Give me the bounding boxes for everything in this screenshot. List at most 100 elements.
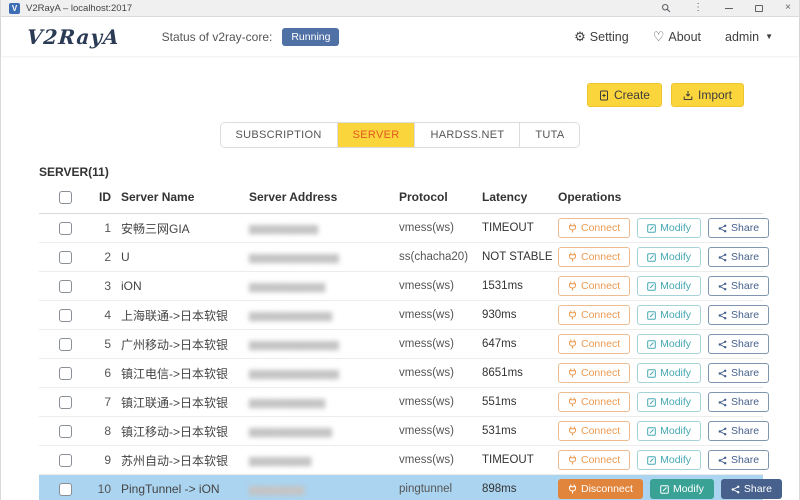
share-icon bbox=[718, 340, 727, 349]
row-checkbox[interactable] bbox=[59, 309, 72, 322]
about-button[interactable]: ♡ About bbox=[653, 29, 701, 45]
server-address-blurred: ▇▇▇▇▇▇▇▇▇▇▇▇▇ bbox=[249, 369, 339, 379]
latency: 1531ms bbox=[482, 272, 558, 301]
share-button[interactable]: Share bbox=[708, 392, 769, 412]
search-icon[interactable] bbox=[661, 3, 671, 13]
modify-button[interactable]: Modify bbox=[637, 363, 701, 383]
share-button[interactable]: Share bbox=[708, 247, 769, 267]
server-name: iON bbox=[121, 272, 249, 301]
row-id: 8 bbox=[89, 417, 121, 446]
tab-hardss-net[interactable]: HARDSS.NET bbox=[414, 123, 519, 147]
connect-button[interactable]: Connect bbox=[558, 363, 630, 383]
row-id: 6 bbox=[89, 359, 121, 388]
modify-button[interactable]: Modify bbox=[637, 218, 701, 238]
modify-button[interactable]: Modify bbox=[637, 421, 701, 441]
row-checkbox[interactable] bbox=[59, 396, 72, 409]
protocol: vmess(ws) bbox=[399, 388, 482, 417]
connect-button[interactable]: Connect bbox=[558, 392, 630, 412]
server-address-blurred: ▇▇▇▇▇▇▇▇▇▇ bbox=[249, 224, 318, 234]
edit-icon bbox=[647, 282, 656, 291]
connect-button[interactable]: Connect bbox=[558, 276, 630, 296]
gear-icon: ⚙ bbox=[574, 29, 586, 45]
col-protocol: Protocol bbox=[399, 183, 482, 214]
tab-server[interactable]: SERVER bbox=[337, 123, 415, 147]
server-table: ID Server Name Server Address Protocol L… bbox=[39, 183, 763, 500]
edit-icon bbox=[647, 427, 656, 436]
app-header: V2RayA Status of v2ray-core: Running ⚙ S… bbox=[1, 17, 799, 56]
close-button[interactable]: × bbox=[785, 3, 791, 13]
row-checkbox[interactable] bbox=[59, 222, 72, 235]
modify-button[interactable]: Modify bbox=[637, 247, 701, 267]
minimize-button[interactable] bbox=[725, 8, 733, 9]
row-checkbox[interactable] bbox=[59, 338, 72, 351]
modify-button[interactable]: Modify bbox=[637, 334, 701, 354]
create-button[interactable]: Create bbox=[587, 83, 662, 107]
server-count-title: SERVER(11) bbox=[39, 165, 799, 179]
connect-button[interactable]: Connect bbox=[558, 450, 630, 470]
chevron-down-icon: ▼ bbox=[765, 32, 773, 41]
share-button[interactable]: Share bbox=[708, 305, 769, 325]
row-id: 3 bbox=[89, 272, 121, 301]
latency: 930ms bbox=[482, 301, 558, 330]
setting-button[interactable]: ⚙ Setting bbox=[574, 29, 629, 45]
edit-icon bbox=[647, 398, 656, 407]
server-name: U bbox=[121, 243, 249, 272]
modify-button[interactable]: Modify bbox=[637, 450, 701, 470]
import-icon bbox=[683, 90, 693, 101]
share-icon bbox=[718, 224, 727, 233]
server-address-blurred: ▇▇▇▇▇▇▇▇▇▇▇▇▇ bbox=[249, 253, 339, 263]
toolbar: Create Import bbox=[1, 83, 744, 107]
row-id: 2 bbox=[89, 243, 121, 272]
connect-button[interactable]: Connect bbox=[558, 247, 630, 267]
modify-button[interactable]: Modify bbox=[637, 392, 701, 412]
share-button[interactable]: Share bbox=[708, 450, 769, 470]
maximize-button[interactable] bbox=[755, 5, 763, 12]
table-header-row: ID Server Name Server Address Protocol L… bbox=[39, 183, 763, 214]
share-button[interactable]: Share bbox=[721, 479, 782, 499]
server-name: 镇江移动->日本软银 bbox=[121, 417, 249, 446]
plug-icon bbox=[568, 339, 577, 349]
modify-button[interactable]: Modify bbox=[637, 276, 701, 296]
tab-tuta[interactable]: TUTA bbox=[519, 123, 579, 147]
share-icon bbox=[718, 456, 727, 465]
server-name: 上海联通->日本软银 bbox=[121, 301, 249, 330]
disconnect-button[interactable]: Disconnect bbox=[558, 479, 643, 499]
share-icon bbox=[718, 398, 727, 407]
table-row: 2 U ▇▇▇▇▇▇▇▇▇▇▇▇▇ ss(chacha20) NOT STABL… bbox=[39, 243, 763, 272]
import-button[interactable]: Import bbox=[671, 83, 744, 107]
window-titlebar: V V2RayA – localhost:2017 ⋮ × bbox=[1, 0, 799, 17]
share-button[interactable]: Share bbox=[708, 363, 769, 383]
server-name: 安畅三网GIA bbox=[121, 214, 249, 243]
modify-button[interactable]: Modify bbox=[637, 305, 701, 325]
row-checkbox[interactable] bbox=[59, 251, 72, 264]
latency: 647ms bbox=[482, 330, 558, 359]
edit-icon bbox=[647, 340, 656, 349]
tab-subscription[interactable]: SUBSCRIPTION bbox=[221, 123, 337, 147]
plug-icon bbox=[568, 368, 577, 378]
share-button[interactable]: Share bbox=[708, 421, 769, 441]
connect-button[interactable]: Connect bbox=[558, 218, 630, 238]
connect-button[interactable]: Connect bbox=[558, 305, 630, 325]
plug-icon bbox=[568, 310, 577, 320]
protocol: ss(chacha20) bbox=[399, 243, 482, 272]
row-checkbox[interactable] bbox=[59, 280, 72, 293]
menu-kebab-icon[interactable]: ⋮ bbox=[693, 3, 703, 13]
app-favicon: V bbox=[9, 3, 20, 14]
connect-button[interactable]: Connect bbox=[558, 334, 630, 354]
share-button[interactable]: Share bbox=[708, 276, 769, 296]
select-all-checkbox[interactable] bbox=[59, 191, 72, 204]
row-checkbox[interactable] bbox=[59, 367, 72, 380]
row-checkbox[interactable] bbox=[59, 483, 72, 496]
core-status-label: Status of v2ray-core: bbox=[162, 30, 273, 44]
row-id: 9 bbox=[89, 446, 121, 475]
share-button[interactable]: Share bbox=[708, 218, 769, 238]
connect-button[interactable]: Connect bbox=[558, 421, 630, 441]
user-menu[interactable]: admin ▼ bbox=[725, 30, 773, 44]
share-button[interactable]: Share bbox=[708, 334, 769, 354]
user-name: admin bbox=[725, 30, 759, 44]
row-checkbox[interactable] bbox=[59, 425, 72, 438]
latency: 551ms bbox=[482, 388, 558, 417]
plug-icon bbox=[568, 223, 577, 233]
row-checkbox[interactable] bbox=[59, 454, 72, 467]
modify-button[interactable]: Modify bbox=[650, 479, 714, 499]
